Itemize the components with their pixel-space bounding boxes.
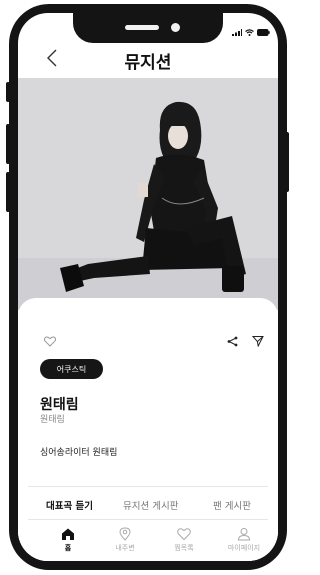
tab-featured-songs[interactable]: 대표곡 듣기: [46, 498, 93, 512]
nav-mypage[interactable]: 마이페이지: [219, 527, 269, 553]
page-title: 뮤지션: [124, 53, 172, 73]
power-button: [285, 132, 289, 192]
mute-switch: [6, 82, 10, 102]
heart-icon: [177, 528, 191, 541]
speaker: [125, 25, 159, 30]
bottom-nav: 홈 내주변 찜목록 마이페이지: [18, 527, 278, 561]
nav-home-label: 홈: [64, 544, 72, 552]
tab-musician-board[interactable]: 뮤지션 게시판: [123, 498, 178, 512]
nav-mypage-label: 마이페이지: [227, 544, 261, 552]
musician-photo: [18, 78, 278, 310]
status-bar: [232, 29, 270, 36]
nav-nearby-label: 내주변: [115, 544, 135, 552]
nav-wishlist[interactable]: 찜목록: [159, 527, 209, 553]
phone-screen: 뮤지션 어쿠스틱 원태림 원태림 싱어송라이터 원태림 대표곡 듣기 뮤지션 게…: [18, 13, 278, 561]
genre-tag[interactable]: 어쿠스틱: [40, 359, 103, 379]
musician-name: 원태림: [40, 397, 79, 413]
share-icon[interactable]: [227, 336, 238, 347]
home-icon: [62, 528, 74, 540]
nav-nearby[interactable]: 내주변: [100, 527, 150, 553]
camera: [171, 23, 180, 32]
location-pin-icon: [119, 527, 131, 541]
signal-icon: [232, 29, 242, 36]
like-heart-icon[interactable]: [44, 336, 56, 347]
musician-subname: 원태림: [40, 415, 65, 425]
tab-fan-board[interactable]: 팬 게시판: [213, 498, 251, 512]
nav-home[interactable]: 홈: [43, 527, 93, 553]
musician-description: 싱어송라이터 원태림: [40, 448, 118, 458]
header: 뮤지션: [18, 43, 278, 75]
person-icon: [237, 528, 251, 541]
battery-icon: [257, 29, 270, 36]
volume-down-button: [6, 172, 10, 212]
volume-up-button: [6, 124, 10, 164]
tab-bar: 대표곡 듣기 뮤지션 게시판 팬 게시판: [28, 486, 268, 520]
wifi-icon: [245, 29, 254, 36]
profile-card: 어쿠스틱 원태림 원태림 싱어송라이터 원태림 대표곡 듣기 뮤지션 게시판 팬…: [18, 298, 278, 561]
send-icon[interactable]: [252, 335, 264, 347]
nav-wishlist-label: 찜목록: [174, 544, 194, 552]
musician-figure: [18, 78, 278, 310]
notch: [73, 13, 223, 43]
